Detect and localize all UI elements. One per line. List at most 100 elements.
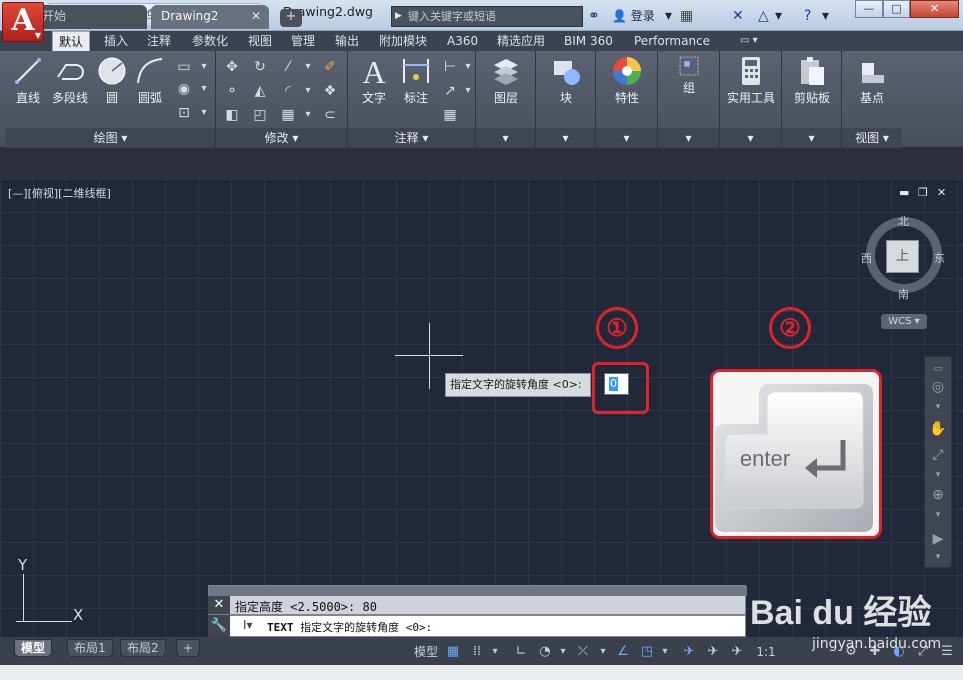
group-button[interactable]: 组 [671, 55, 707, 96]
exchange-icon[interactable]: ✕ [732, 6, 744, 26]
command-close-icon[interactable]: ✕ [208, 596, 230, 614]
stretch-icon[interactable]: ◧ [222, 105, 242, 125]
snap-icon[interactable]: ⁞⁞ [466, 641, 488, 663]
a360-icon[interactable]: △ [758, 6, 769, 26]
annotation-scale-icon[interactable]: ✈ [726, 641, 748, 663]
layout-tab-model[interactable]: 模型 [14, 639, 53, 657]
clipboard-dropdown-icon[interactable]: ▾ [782, 128, 841, 148]
viewport-restore-icon[interactable]: ❐ [918, 186, 928, 199]
fillet-icon[interactable]: ◜ [278, 81, 298, 101]
a360-dropdown-icon[interactable]: ▾ [775, 6, 782, 26]
annotation-panel-label[interactable]: 注释 ▾ [348, 128, 475, 148]
layout-tab-2[interactable]: 布局2 [120, 639, 166, 657]
tab-addins[interactable]: 附加模块 [373, 31, 433, 51]
zoom-extents-icon[interactable]: ⤢ [928, 445, 948, 465]
utilities-button[interactable]: 实用工具 [723, 55, 779, 106]
scale-icon[interactable]: ◰ [250, 105, 270, 125]
snap-dropdown-icon[interactable]: ▾ [488, 641, 502, 663]
tab-featured-apps[interactable]: 精选应用 [491, 31, 551, 51]
app-store-icon[interactable]: ▦ [680, 6, 693, 26]
zoom-dropdown-icon[interactable]: ▾ [928, 465, 948, 485]
login-button[interactable]: 👤 登录 [612, 6, 655, 26]
leader-icon[interactable]: ↗ [440, 81, 460, 101]
fillet-dropdown-icon[interactable]: ▾ [298, 81, 318, 101]
view-panel-label[interactable]: 视图 ▾ [842, 128, 902, 148]
command-grip[interactable] [209, 586, 747, 596]
tab-a360[interactable]: A360 [441, 31, 484, 51]
array-icon[interactable]: ▦ [278, 105, 298, 125]
hatch-dropdown-icon[interactable]: ▾ [194, 79, 214, 99]
binoculars-icon[interactable]: ⚭ [588, 6, 600, 26]
ribbon-minimize-icon[interactable]: ▭ ▾ [734, 31, 764, 51]
compass-south[interactable]: 南 [898, 286, 909, 302]
osnap-tracking-icon[interactable]: ⤫ [572, 641, 594, 663]
osnap-dropdown-icon[interactable]: ▾ [658, 641, 672, 663]
orbit-dropdown-icon[interactable]: ▾ [928, 505, 948, 525]
move-icon[interactable]: ✥ [222, 57, 242, 77]
draw-panel-label[interactable]: 绘图 ▾ [6, 128, 215, 148]
properties-dropdown-icon[interactable]: ▾ [596, 128, 657, 148]
new-tab-button[interactable]: + [280, 9, 302, 27]
minimize-button[interactable]: — [855, 0, 883, 18]
steering-dropdown-icon[interactable]: ▾ [928, 397, 948, 417]
add-layout-button[interactable]: + [176, 639, 201, 657]
group-dropdown-icon[interactable]: ▾ [658, 128, 719, 148]
clipboard-button[interactable]: 剪贴板 [786, 55, 838, 106]
login-dropdown-icon[interactable]: ▾ [665, 6, 672, 26]
maximize-button[interactable]: □ [883, 0, 910, 18]
tab-output[interactable]: 输出 [329, 31, 365, 51]
trim-dropdown-icon[interactable]: ▾ [298, 57, 318, 77]
annotation-scale-value[interactable]: 1:1 [752, 641, 780, 663]
layers-dropdown-icon[interactable]: ▾ [476, 128, 535, 148]
circle-button[interactable]: 圆 [94, 55, 130, 106]
help-icon[interactable]: ? [804, 6, 811, 26]
trim-icon[interactable]: ⁄ [278, 57, 298, 77]
close-window-button[interactable]: ✕ [910, 0, 959, 18]
linear-dim-icon[interactable]: ⊢ [440, 57, 460, 77]
tab-performance[interactable]: Performance [628, 31, 716, 51]
properties-button[interactable]: 特性 [609, 55, 645, 106]
utilities-dropdown-icon[interactable]: ▾ [720, 128, 781, 148]
rectangle-dropdown-icon[interactable]: ▾ [194, 57, 214, 77]
tab-drawing2[interactable]: Drawing2 ✕ [151, 5, 269, 29]
block-button[interactable]: 块 [548, 55, 584, 106]
explode-icon[interactable]: ❖ [320, 81, 340, 101]
boundary-dropdown-icon[interactable]: ▾ [194, 103, 214, 123]
linear-dim-dropdown-icon[interactable]: ▾ [458, 57, 478, 77]
boundary-icon[interactable]: ⊡ [174, 103, 194, 123]
model-space-toggle[interactable]: 模型 [412, 641, 440, 663]
tracking-dropdown-icon[interactable]: ▾ [596, 641, 610, 663]
grid-icon[interactable]: ▦ [442, 641, 464, 663]
polyline-button[interactable]: 多段线 [48, 55, 92, 106]
viewport-close-icon[interactable]: ✕ [937, 186, 946, 199]
viewport-minimize-icon[interactable]: ▬ [899, 186, 909, 199]
line-button[interactable]: 直线 [10, 55, 46, 106]
compass-east[interactable]: 东 [934, 250, 945, 266]
table-icon[interactable]: ▦ [440, 105, 460, 125]
compass-west[interactable]: 西 [861, 250, 872, 266]
text-button[interactable]: A 文字 [356, 55, 392, 106]
tab-insert[interactable]: 插入 [98, 31, 134, 51]
block-dropdown-icon[interactable]: ▾ [536, 128, 595, 148]
polar-icon[interactable]: ◔ [534, 641, 556, 663]
dimension-button[interactable]: 标注 [398, 55, 434, 106]
orbit-icon[interactable]: ⊕ [928, 485, 948, 505]
tab-annotate[interactable]: 注释 [141, 31, 177, 51]
wcs-menu[interactable]: WCS ▾ [881, 314, 927, 329]
steering-wheel-icon[interactable]: ◎ [928, 377, 948, 397]
annotation-autoscale-icon[interactable]: ✈ [702, 641, 724, 663]
mirror-icon[interactable]: ◭ [250, 81, 270, 101]
offset-icon[interactable]: ⊂ [320, 105, 340, 125]
navbar-grip-icon[interactable]: ▭ [928, 359, 948, 379]
showmotion-icon[interactable]: ▶ [928, 529, 948, 549]
annotation-visibility-icon[interactable]: ✈ [678, 641, 700, 663]
navbar-customize-icon[interactable]: ▾ [928, 547, 948, 567]
polar-dropdown-icon[interactable]: ▾ [556, 641, 570, 663]
tab-manage[interactable]: 管理 [285, 31, 321, 51]
tab-parametric[interactable]: 参数化 [186, 31, 234, 51]
base-button[interactable]: 基点 [852, 55, 892, 106]
command-recent-icon[interactable]: I▾ [243, 618, 253, 632]
copy-icon[interactable]: ⚬ [222, 81, 242, 101]
viewport-controls-label[interactable]: [—][俯视][二维线框] [8, 185, 111, 201]
layout-tab-1[interactable]: 布局1 [67, 639, 113, 657]
